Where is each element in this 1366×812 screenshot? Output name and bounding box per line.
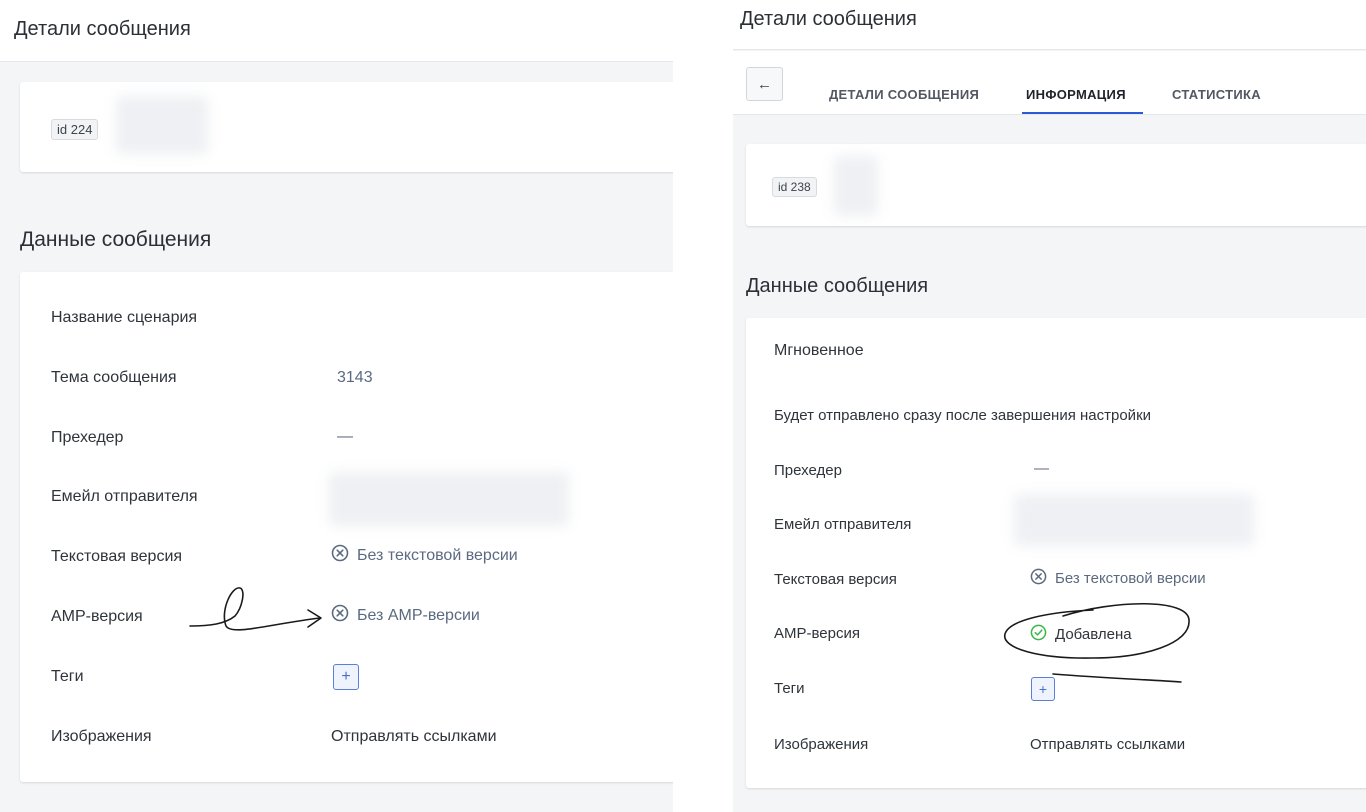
page-title: Детали сообщения	[14, 18, 191, 40]
send-type: Мгновенное	[774, 342, 864, 359]
preheader-label: Прехедер	[51, 429, 124, 446]
amp-version-status: Без АМР-версии	[331, 604, 480, 627]
add-tag-button[interactable]: +	[333, 664, 359, 690]
message-data-card: Мгновенное Будет отправлено сразу после …	[746, 318, 1366, 788]
id-card: id 224	[20, 82, 673, 172]
images-value: Отправлять ссылками	[1030, 736, 1186, 753]
images-value: Отправлять ссылками	[331, 728, 497, 745]
blurred-name	[116, 96, 208, 154]
subject-label: Тема сообщения	[51, 369, 177, 386]
section-title: Данные сообщения	[20, 228, 212, 251]
id-card: id 238	[746, 144, 1366, 226]
id-badge: id 238	[772, 177, 817, 197]
tags-label: Теги	[774, 680, 805, 697]
arrow-left-icon: ←	[757, 75, 772, 93]
tab-message-details[interactable]: ДЕТАЛИ СООБЩЕНИЯ	[829, 87, 979, 102]
send-note: Будет отправлено сразу после завершения …	[774, 407, 1152, 424]
x-circle-icon	[331, 604, 349, 627]
text-version-status: Без текстовой версии	[331, 544, 518, 567]
tabs-bar: ← ДЕТАЛИ СООБЩЕНИЯ ИНФОРМАЦИЯ СТАТИСТИКА	[733, 51, 1366, 115]
header: Детали сообщения	[0, 0, 673, 62]
blurred-sender-email	[329, 472, 569, 526]
arrow-annotation	[189, 587, 322, 631]
images-label: Изображения	[774, 736, 869, 753]
x-circle-icon	[331, 544, 349, 567]
text-version-label: Текстовая версия	[51, 548, 183, 565]
back-button[interactable]: ←	[746, 67, 783, 101]
preheader-value: —	[1034, 460, 1049, 477]
section-title: Данные сообщения	[746, 275, 929, 297]
tags-label: Теги	[51, 668, 84, 685]
header: Детали сообщения	[733, 0, 1366, 50]
scenario-label: Название сценария	[51, 309, 198, 326]
blurred-sender-email	[1014, 494, 1254, 546]
text-version-value: Без текстовой версии	[1055, 570, 1206, 587]
tab-statistics[interactable]: СТАТИСТИКА	[1172, 87, 1261, 102]
preheader-value: —	[337, 428, 353, 445]
amp-version-value: Без АМР-версии	[357, 606, 480, 624]
message-data-card: Название сценария Тема сообщения 3143 Пр…	[20, 272, 673, 782]
text-version-label: Текстовая версия	[774, 571, 897, 588]
active-tab-indicator	[1022, 112, 1143, 114]
x-circle-icon	[1030, 568, 1047, 589]
oval-annotation	[1004, 602, 1190, 683]
tab-information[interactable]: ИНФОРМАЦИЯ	[1026, 87, 1126, 102]
text-version-value: Без текстовой версии	[357, 546, 518, 564]
images-label: Изображения	[51, 728, 152, 745]
page-title: Детали сообщения	[740, 8, 917, 30]
id-badge: id 224	[51, 119, 99, 140]
blurred-name	[834, 156, 878, 216]
amp-version-label: АМР-версия	[774, 625, 860, 642]
preheader-label: Прехедер	[774, 462, 842, 479]
text-version-status: Без текстовой версии	[1030, 568, 1206, 589]
message-details-pane-left: Детали сообщения id 224 Данные сообщения…	[0, 0, 673, 812]
sender-email-label: Емейл отправителя	[774, 516, 912, 533]
subject-value: 3143	[337, 369, 373, 386]
sender-email-label: Емейл отправителя	[51, 488, 198, 505]
message-details-pane-right: Детали сообщения ← ДЕТАЛИ СООБЩЕНИЯ ИНФО…	[733, 0, 1366, 812]
amp-version-label: АМР-версия	[51, 608, 143, 625]
